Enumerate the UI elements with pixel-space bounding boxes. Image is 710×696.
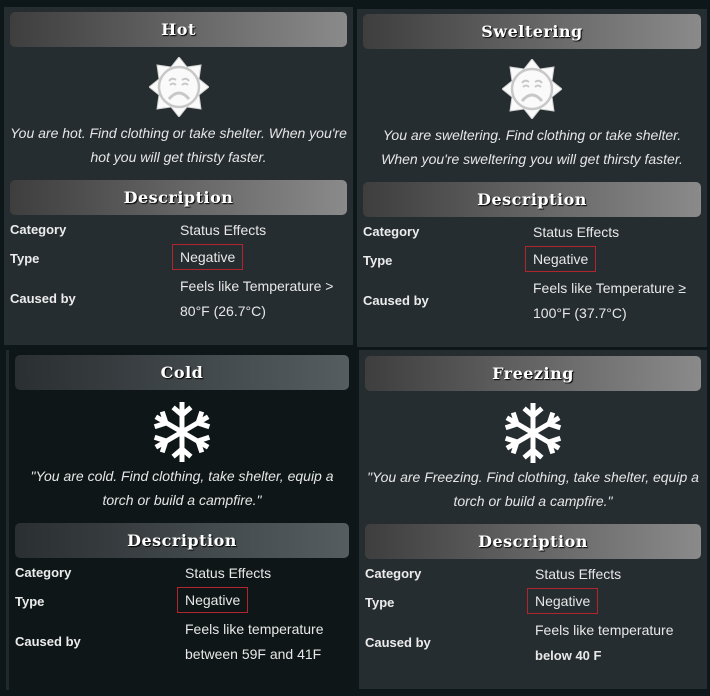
category-label: Category: [365, 566, 422, 581]
type-value: Negative: [172, 244, 244, 270]
category-value: Status Effects: [185, 565, 272, 581]
caused-by-line1: Feels like temperature: [535, 622, 674, 638]
panel-title: Freezing: [365, 356, 701, 391]
sad-sun-icon: [357, 59, 707, 119]
status-quote: You are sweltering. Find clothing or tak…: [381, 127, 683, 167]
description-header: Description: [10, 180, 347, 215]
caused-by-line2: between 59F and 41F: [185, 646, 322, 662]
status-quote: You are hot. Find clothing or take shelt…: [10, 125, 347, 165]
type-value: Negative: [177, 587, 249, 613]
caused-by-line1: Feels like Temperature >: [180, 278, 334, 294]
category-value: Status Effects: [535, 566, 622, 582]
panel-cold: Cold "You are cold. Find clothing, take …: [6, 350, 355, 690]
panel-title: Cold: [15, 355, 349, 390]
snowflake-icon: [359, 403, 707, 463]
caused-by-label: Caused by: [15, 634, 81, 649]
panel-title: Hot: [10, 12, 347, 47]
type-label: Type: [363, 253, 393, 268]
description-header: Description: [365, 524, 701, 559]
caused-by-line2: 80°F (26.7°C): [180, 303, 266, 319]
type-value: Negative: [525, 246, 597, 272]
caused-by-line2: below 40 F: [535, 648, 602, 663]
caused-by-line2: 100°F (37.7°C): [533, 305, 627, 321]
type-label: Type: [15, 594, 45, 609]
status-quote: "You are cold. Find clothing, take shelt…: [30, 468, 334, 508]
panel-title: Sweltering: [363, 14, 701, 49]
description-header: Description: [363, 182, 701, 217]
caused-by-line1: Feels like temperature: [185, 621, 324, 637]
category-value: Status Effects: [180, 222, 267, 238]
category-label: Category: [10, 222, 67, 237]
description-header: Description: [15, 523, 349, 558]
category-label: Category: [363, 224, 420, 239]
snowflake-icon: [9, 402, 355, 462]
caused-by-label: Caused by: [10, 291, 76, 306]
category-label: Category: [15, 565, 72, 580]
panel-hot: Hot You are hot. Find clothing or take s…: [4, 7, 353, 345]
type-value: Negative: [527, 588, 599, 614]
type-label: Type: [10, 251, 40, 266]
status-quote: "You are Freezing. Find clothing, take s…: [367, 469, 699, 509]
panel-sweltering: Sweltering You are sweltering. Find clot…: [357, 9, 707, 347]
panel-freezing: Freezing "You are Freezing. Find clothin…: [359, 350, 707, 689]
caused-by-label: Caused by: [363, 293, 429, 308]
caused-by-label: Caused by: [365, 635, 431, 650]
category-value: Status Effects: [533, 224, 620, 240]
type-label: Type: [365, 595, 395, 610]
caused-by-line1: Feels like Temperature ≥: [533, 280, 686, 296]
sad-sun-icon: [4, 57, 353, 117]
